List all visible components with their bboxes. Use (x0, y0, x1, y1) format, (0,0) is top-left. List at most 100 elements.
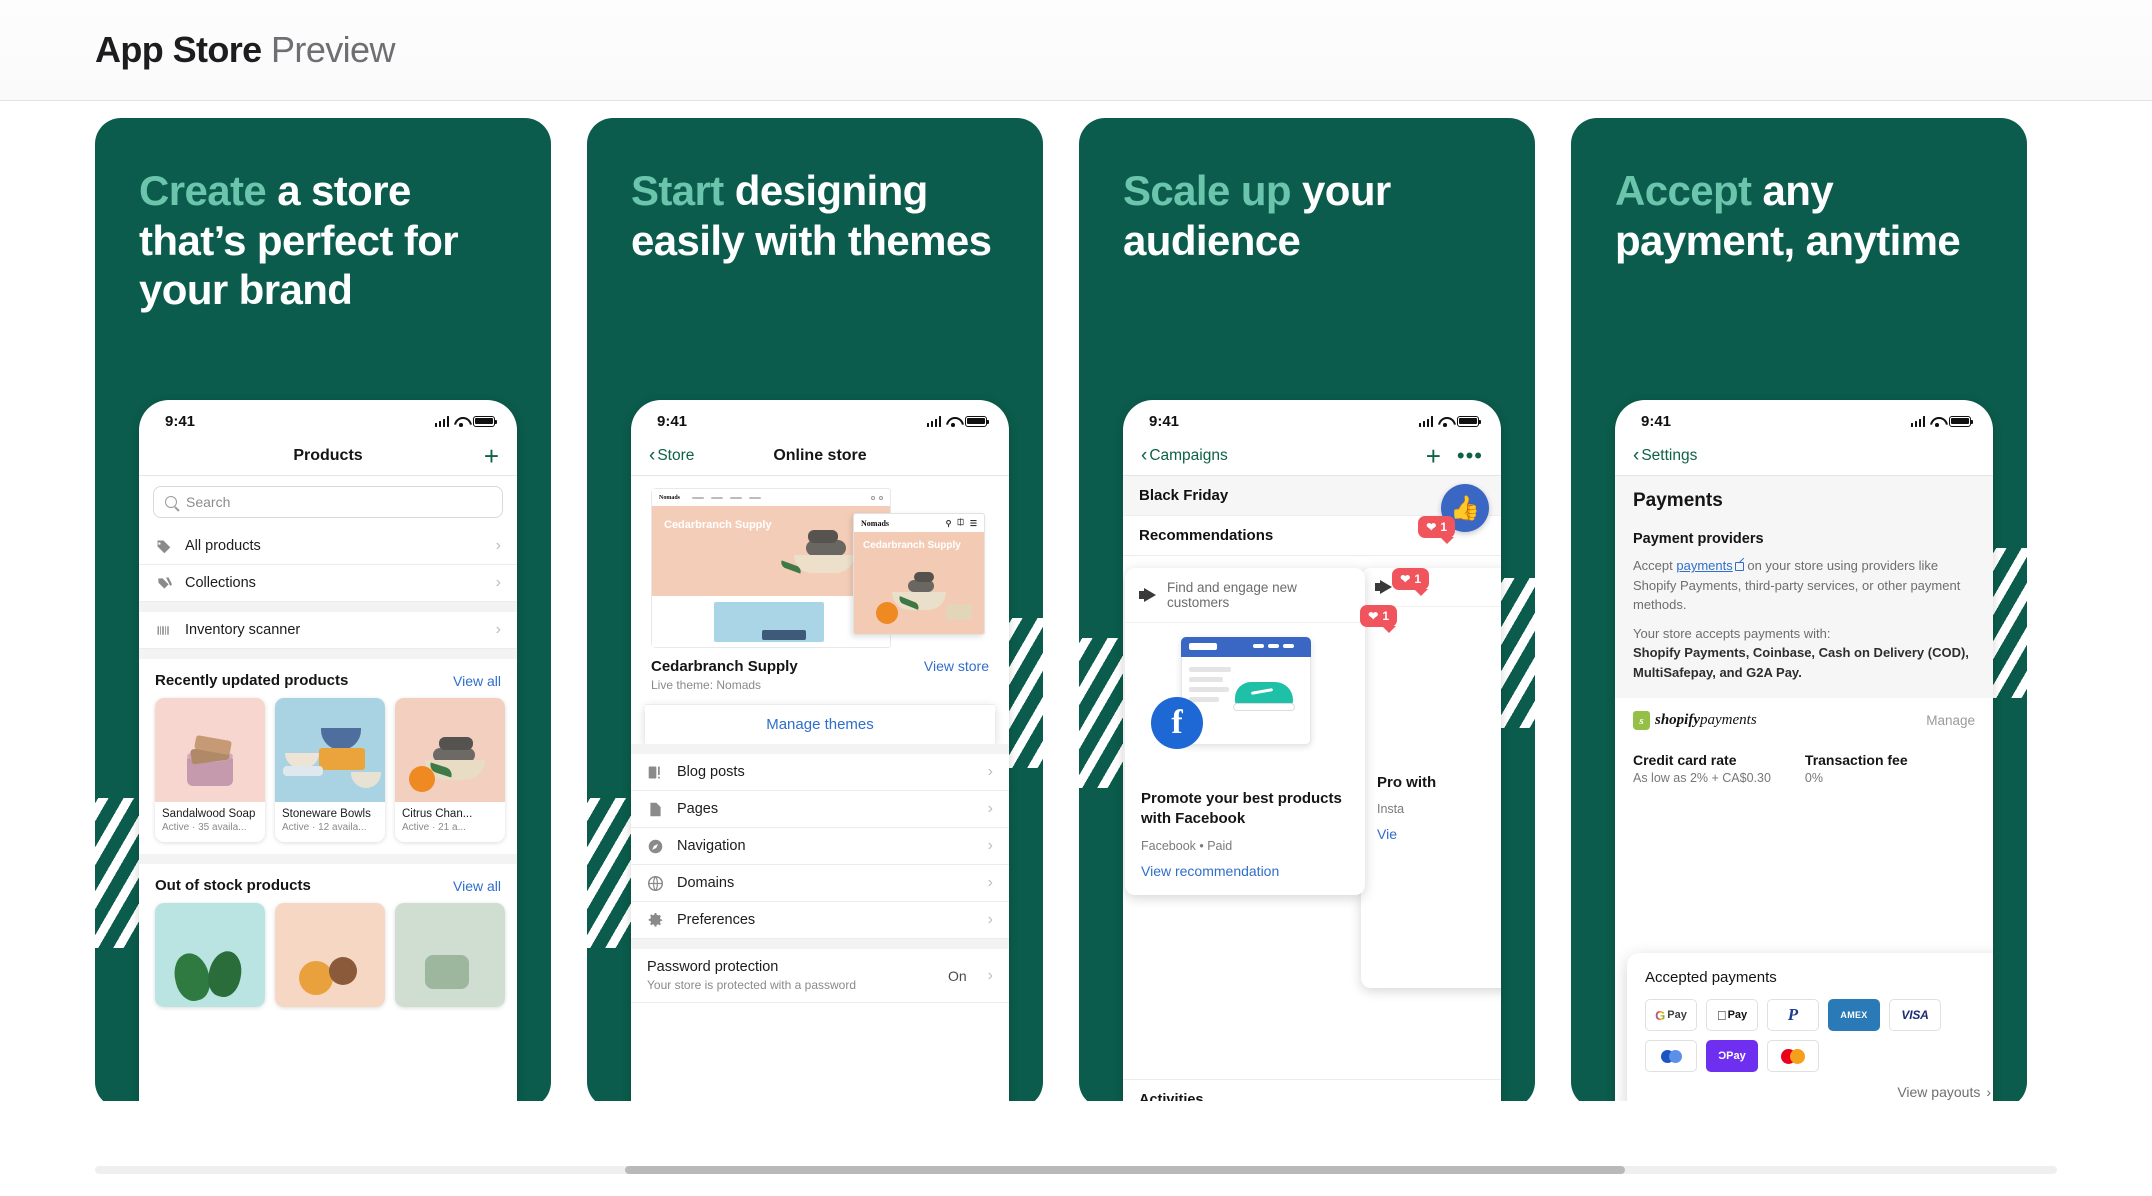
chevron-left-icon: ‹ (1633, 445, 1640, 466)
view-payouts-link[interactable]: View payouts › (1645, 1084, 1991, 1100)
back-button[interactable]: ‹ Campaigns (1141, 446, 1228, 465)
battery-icon (1949, 415, 1974, 427)
menu-row-blog-posts[interactable]: Blog posts › (631, 754, 1009, 791)
accepted-payments-title: Accepted payments (1645, 969, 1777, 986)
google-g-mark: G (1655, 1007, 1666, 1023)
amex-icon[interactable]: AMEX (1828, 999, 1880, 1031)
shopify-payments-card[interactable]: s shopifypayments Manage Credit card rat… (1615, 698, 1993, 798)
view-all-link[interactable]: View all (453, 673, 501, 689)
preview-panel-1[interactable]: Create a store that’s perfect for your b… (95, 118, 551, 1101)
status-icons (1418, 415, 1482, 427)
activities-section-title: Activities (1123, 1079, 1501, 1101)
product-image (395, 698, 505, 802)
manage-link[interactable]: Manage (1926, 713, 1975, 728)
paypal-icon[interactable]: P (1767, 999, 1819, 1031)
screenshot-gallery[interactable]: Create a store that’s perfect for your b… (0, 101, 2152, 1101)
gallery-scrollbar-track[interactable] (95, 1166, 2057, 1174)
recently-updated-header: Recently updated products View all (139, 659, 517, 698)
search-wrapper[interactable]: Search (139, 476, 517, 528)
tag-icon (156, 540, 171, 553)
status-icons (434, 415, 498, 427)
opay-icon[interactable]: ƆPay (1706, 1040, 1758, 1072)
nav-right-actions[interactable]: + ••• (1426, 443, 1483, 469)
phone-notch (745, 400, 895, 422)
recommendation-card-primary[interactable]: Find and engage new customers f Promote … (1125, 568, 1365, 895)
heart-icon: ❤ (1368, 609, 1379, 623)
preview-panel-2[interactable]: Start designing easily with themes 9:41 … (587, 118, 1043, 1101)
rate-transaction-fee: Transaction fee 0% (1805, 752, 1908, 785)
visa-icon[interactable]: VISA (1889, 999, 1941, 1031)
signal-icon (434, 415, 449, 427)
accepts-list: Shopify Payments, Coinbase, Cash on Deli… (1633, 645, 1969, 680)
google-pay-icon[interactable]: G Pay (1645, 999, 1697, 1031)
reco-link[interactable]: Vie (1377, 826, 1501, 842)
page-title-bold: App Store (95, 29, 262, 70)
more-options-button[interactable]: ••• (1457, 444, 1483, 466)
rate-value: 0% (1804, 771, 1823, 785)
product-image (155, 698, 265, 802)
out-of-stock-products[interactable] (139, 903, 517, 1019)
product-card[interactable] (155, 903, 265, 1007)
product-card[interactable]: Stoneware Bowls Active · 12 availa... (275, 698, 385, 842)
manage-themes-button[interactable]: Manage themes (645, 704, 995, 744)
accepted-payments-card[interactable]: Accepted payments GPay Pay P AMEX VISA … (1627, 953, 1993, 1101)
menu-label: Pages (677, 801, 719, 817)
recently-updated-products[interactable]: Sandalwood Soap Active · 35 availa... St… (139, 698, 517, 854)
menu-row-navigation[interactable]: Navigation › (631, 828, 1009, 865)
password-protection-row[interactable]: Password protection Your store is protec… (631, 949, 1009, 1003)
panel-3-headline-accent: Scale up (1123, 167, 1292, 214)
product-card[interactable] (395, 903, 505, 1007)
menu-row-preferences[interactable]: Preferences › (631, 902, 1009, 939)
add-campaign-button[interactable]: + (1426, 443, 1441, 469)
mobile-preview-icons: ⚲ ⎅ ☰ (945, 518, 977, 528)
preview-panel-3[interactable]: Scale up your audience 9:41 ‹ Campaigns (1079, 118, 1535, 1101)
back-label: Settings (1641, 446, 1698, 464)
search-input[interactable]: Search (153, 486, 503, 518)
wifi-icon (946, 416, 960, 427)
theme-card[interactable]: Nomads Cedarbranch Supply Nomads ⚲ ⎅ ☰ C… (631, 476, 1009, 744)
product-card[interactable]: Sandalwood Soap Active · 35 availa... (155, 698, 265, 842)
section-gap (139, 602, 517, 612)
back-label: Store (657, 446, 695, 464)
phone-navbar-products: Products + (139, 436, 517, 476)
apple-pay-icon[interactable]: Pay (1706, 999, 1758, 1031)
menu-label: Navigation (677, 838, 746, 854)
view-store-link[interactable]: View store (924, 658, 989, 674)
product-card[interactable]: Citrus Chan... Active · 21 a... (395, 698, 505, 842)
view-all-link[interactable]: View all (453, 878, 501, 894)
menu-row-inventory-scanner[interactable]: Inventory scanner › (139, 612, 517, 649)
diners-club-icon[interactable] (1645, 1040, 1697, 1072)
menu-row-all-products[interactable]: All products › (139, 528, 517, 565)
add-product-button[interactable]: + (484, 443, 499, 469)
store-name: Cedarbranch Supply (651, 658, 798, 675)
rate-label: Credit card rate (1633, 752, 1737, 768)
nav-right-actions[interactable]: + (484, 443, 499, 469)
back-button[interactable]: ‹ Store (649, 446, 694, 465)
product-card[interactable] (275, 903, 385, 1007)
mastercard-icon[interactable] (1767, 1040, 1819, 1072)
phone-navbar-online-store: ‹ Store Online store (631, 436, 1009, 476)
view-recommendation-link[interactable]: View recommendation (1141, 863, 1349, 879)
menu-row-pages[interactable]: Pages › (631, 791, 1009, 828)
wifi-icon (1930, 416, 1944, 427)
back-button[interactable]: ‹ Settings (1633, 446, 1697, 465)
payments-link[interactable]: payments (1676, 558, 1732, 573)
globe-icon (647, 875, 664, 891)
panel-3-headline: Scale up your audience (1123, 166, 1509, 265)
heart-icon: ❤ (1426, 520, 1437, 534)
status-time: 9:41 (1641, 412, 1672, 430)
shopify-payments-header: s shopifypayments Manage (1633, 711, 1975, 730)
preview-panel-4[interactable]: Accept any payment, anytime 9:41 ‹ Setti… (1571, 118, 2027, 1101)
gallery-scrollbar-thumb[interactable] (624, 1166, 1626, 1174)
reco-head: Find and engage new customers (1125, 568, 1365, 623)
product-meta: Citrus Chan... Active · 21 a... (395, 802, 505, 842)
chevron-right-icon: › (987, 800, 993, 817)
gear-icon (648, 912, 663, 927)
menu-row-domains[interactable]: Domains › (631, 865, 1009, 902)
status-badge: ❤ 1 (1418, 516, 1455, 544)
section-title: Out of stock products (155, 877, 311, 894)
heart-icon: ❤ (1400, 572, 1411, 586)
page-icon (650, 802, 661, 816)
section-gap (139, 854, 517, 864)
menu-row-collections[interactable]: Collections › (139, 565, 517, 602)
